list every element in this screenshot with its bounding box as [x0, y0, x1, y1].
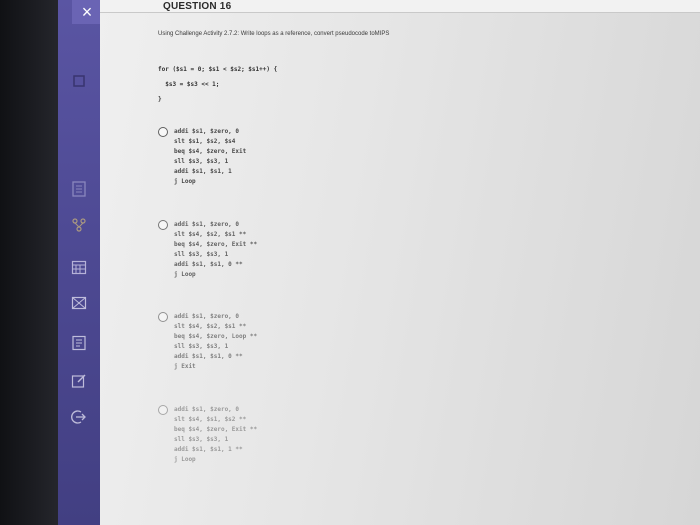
option-code-line: slt $s4, $s2, $s1 **	[174, 323, 247, 330]
question-prompt: Using Challenge Activity 2.7.2: Write lo…	[158, 31, 390, 37]
option-code-line: slt $s4, $s1, $s2 **	[174, 416, 247, 423]
radio-button[interactable]	[158, 312, 168, 322]
option-code-line: addi $s1, $s1, 1	[174, 168, 232, 175]
option-code-line: slt $s4, $s2, $s1 **	[174, 231, 247, 238]
edit-icon[interactable]	[66, 370, 92, 392]
option-code-line: beq $s4, $zero, Exit	[174, 148, 247, 155]
option-code-line: addi $s1, $s1, 0 **	[174, 261, 243, 268]
pseudocode-line-2: $s3 = $s3 << 1;	[158, 81, 220, 88]
book-icon[interactable]	[66, 70, 92, 92]
logout-icon[interactable]	[66, 406, 92, 428]
option-code-line: sll $s3, $s3, 1	[174, 158, 229, 165]
option-code-line: addi $s1, $zero, 0	[174, 313, 240, 320]
option-code-line: j Loop	[174, 178, 196, 185]
close-icon: ×	[81, 2, 93, 22]
option-code-line: addi $s1, $s1, 0 **	[174, 353, 243, 360]
question-panel: QUESTION 16 Using Challenge Activity 2.7…	[100, 0, 700, 525]
pseudocode-line-3: }	[158, 96, 162, 103]
option-code-line: addi $s1, $zero, 0	[174, 221, 240, 228]
device-bezel	[0, 0, 58, 525]
option-code-line: j Loop	[174, 456, 196, 463]
option-code-line: beq $s4, $zero, Exit **	[174, 241, 258, 248]
radio-button[interactable]	[158, 127, 168, 137]
option-code-line: j Exit	[174, 363, 196, 370]
option-code-line: j Loop	[174, 271, 196, 278]
page-icon[interactable]	[66, 178, 92, 200]
calendar-icon[interactable]	[66, 256, 92, 278]
option-code-line: addi $s1, $zero, 0	[174, 406, 240, 413]
option-code-line: sll $s3, $s3, 1	[174, 343, 229, 350]
close-button[interactable]: ×	[72, 0, 102, 24]
option-code-line: slt $s1, $s2, $s4	[174, 138, 236, 145]
notes-icon[interactable]	[66, 332, 92, 354]
option-code-line: sll $s3, $s3, 1	[174, 436, 229, 443]
option-code-line: addi $s1, $s1, 1 **	[174, 446, 243, 453]
pseudocode-line-1: for ($s1 = 0; $s1 < $s2; $s1++) {	[158, 66, 278, 73]
option-code-line: sll $s3, $s3, 1	[174, 251, 229, 258]
option-code-line: beq $s4, $zero, Exit **	[174, 426, 258, 433]
mail-icon[interactable]	[66, 292, 92, 314]
option-code-line: addi $s1, $zero, 0	[174, 128, 240, 135]
question-title: QUESTION 16	[163, 1, 232, 12]
network-icon[interactable]	[66, 214, 92, 236]
radio-button[interactable]	[158, 405, 168, 415]
radio-button[interactable]	[158, 220, 168, 230]
option-code-line: beq $s4, $zero, Loop **	[174, 333, 258, 340]
